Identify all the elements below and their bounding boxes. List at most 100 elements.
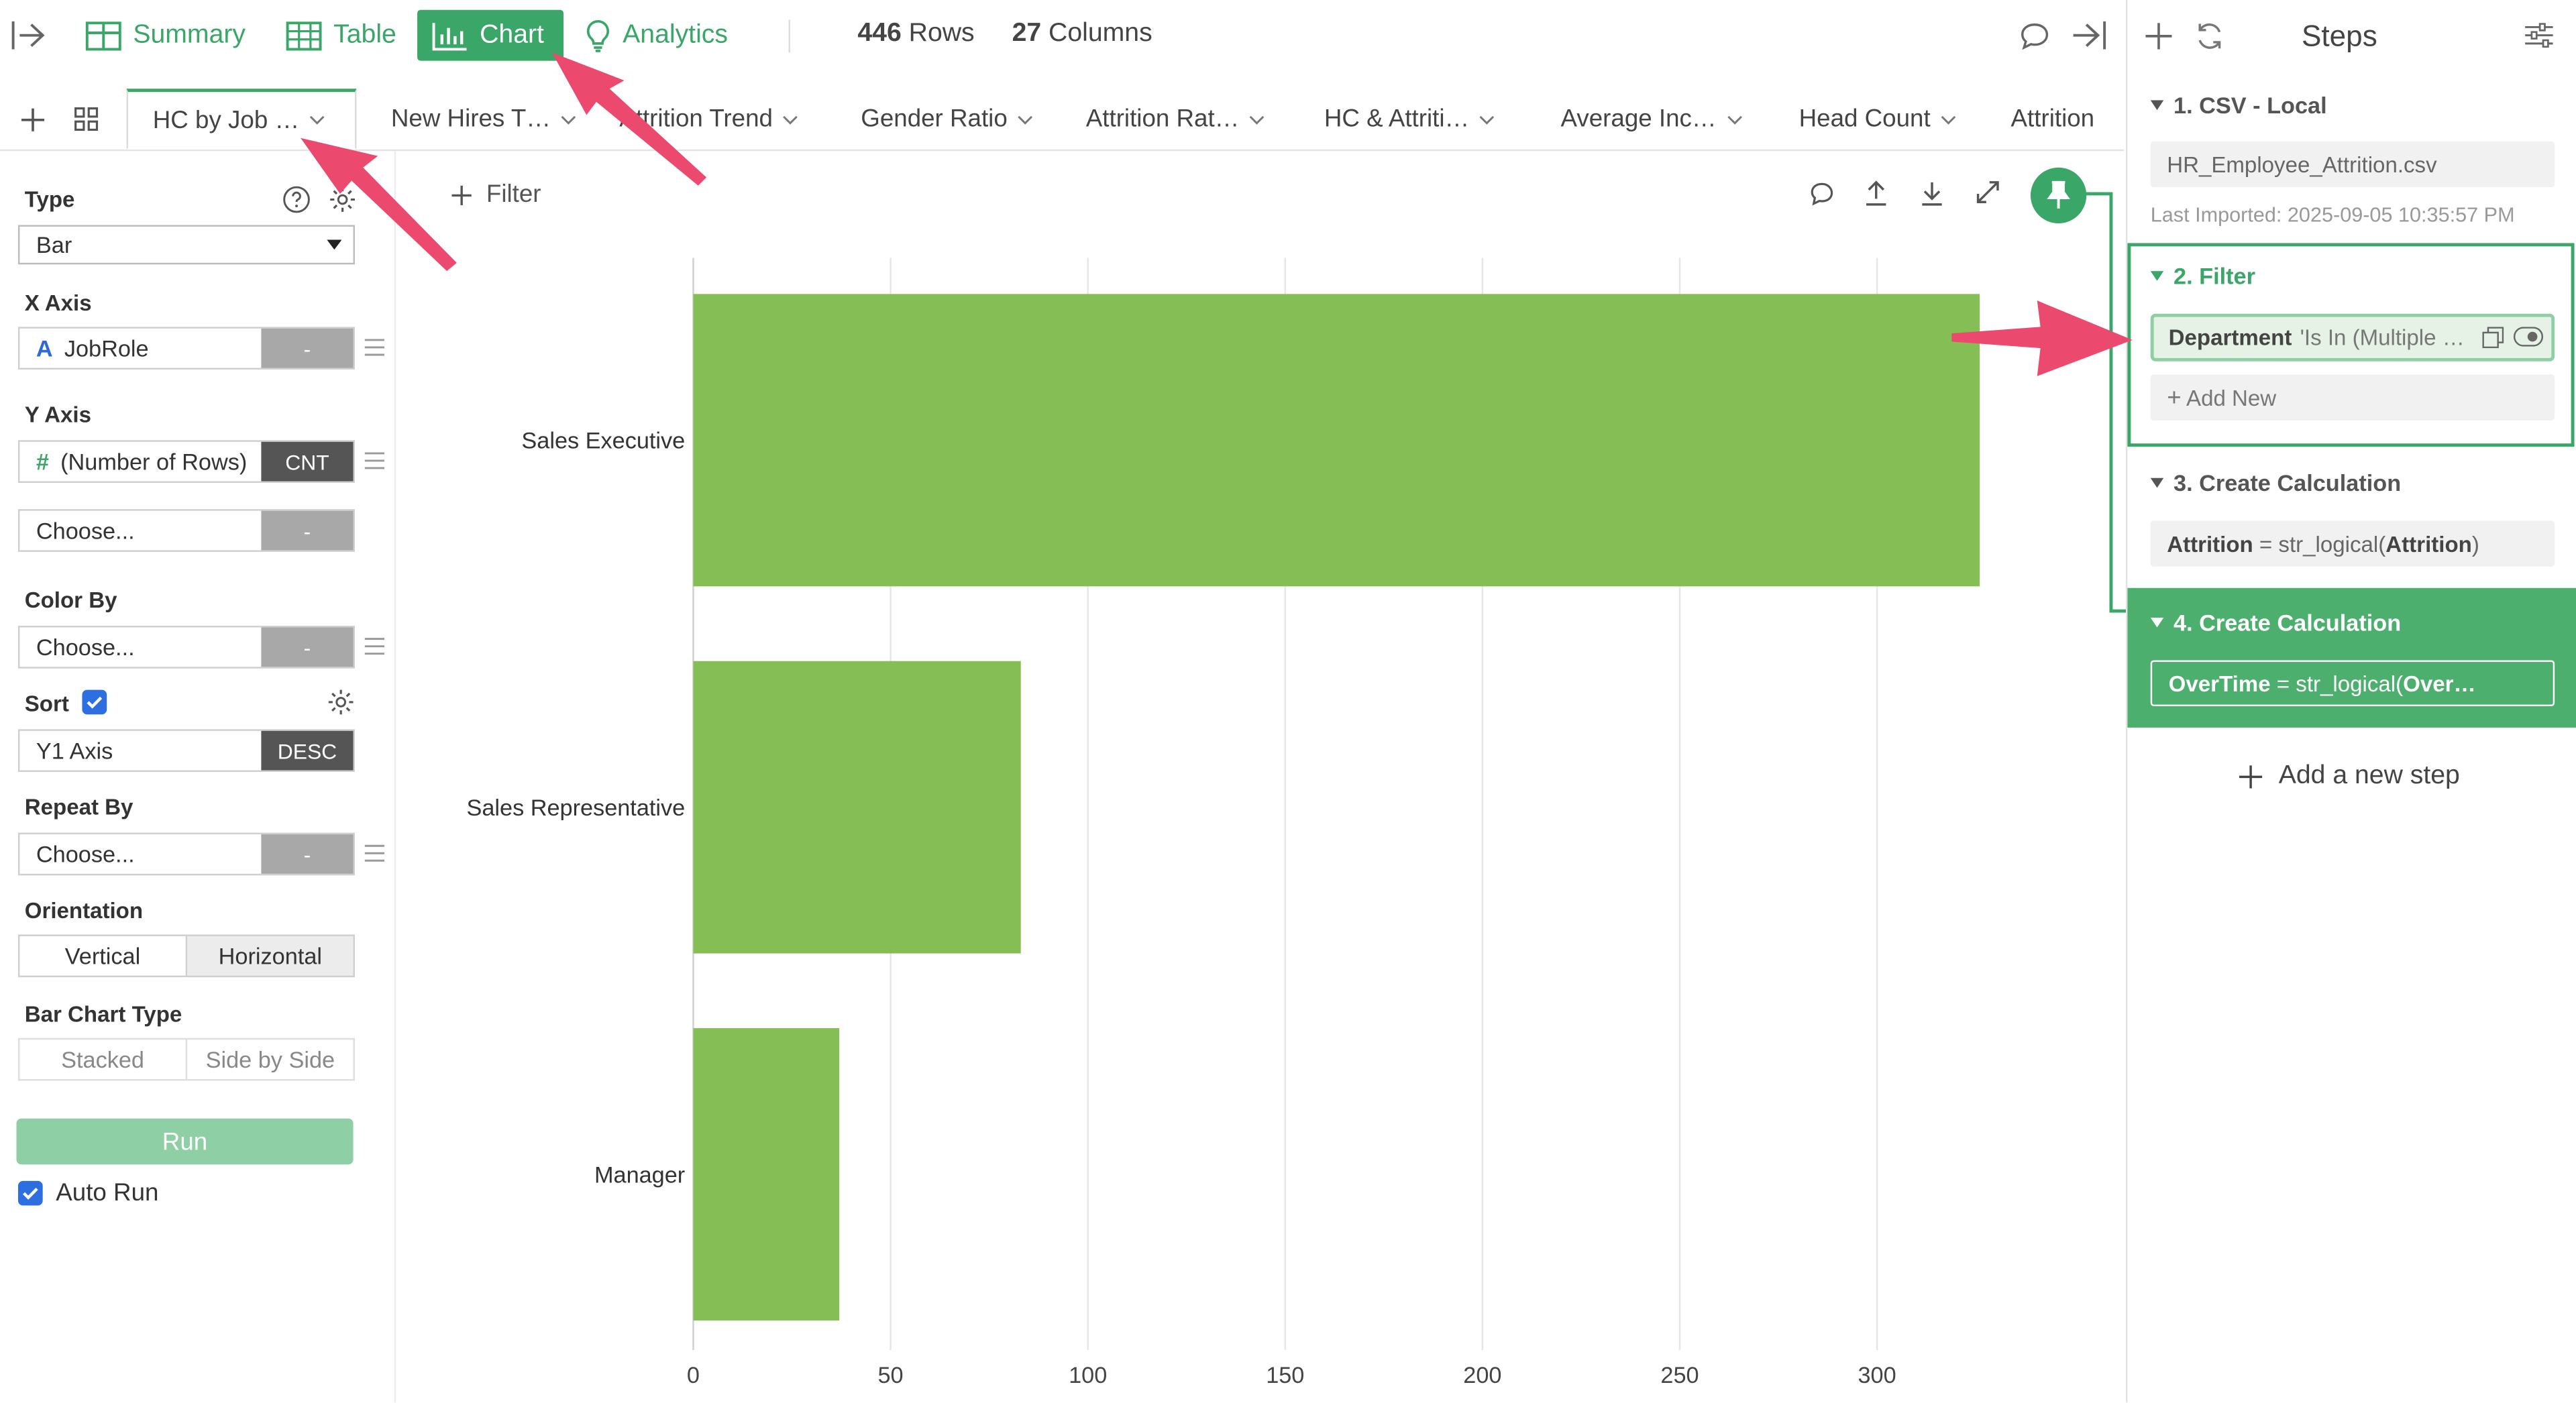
comment-icon[interactable] bbox=[2019, 21, 2051, 51]
add-chart-icon[interactable] bbox=[21, 108, 45, 131]
string-type-icon: A bbox=[36, 335, 53, 361]
nav-chart[interactable]: Chart bbox=[417, 9, 564, 61]
nav-table[interactable]: Table bbox=[271, 10, 411, 61]
tab-label: Average Inc… bbox=[1560, 105, 1717, 133]
tab-hc-by-job[interactable]: HC by Job … bbox=[126, 89, 357, 150]
check-icon bbox=[22, 1188, 38, 1200]
calc-expr-post: ) bbox=[2471, 531, 2479, 556]
gear-icon[interactable] bbox=[329, 186, 357, 214]
menu-icon[interactable] bbox=[364, 338, 385, 356]
sort-settings-icon[interactable] bbox=[327, 688, 355, 716]
chart-grid-icon[interactable] bbox=[74, 107, 99, 131]
collapse-right-icon[interactable] bbox=[2072, 19, 2106, 51]
add-step-label: Add a new step bbox=[2278, 762, 2460, 790]
repeat-by-aggregation[interactable]: - bbox=[261, 834, 354, 874]
tab-label: HC & Attriti… bbox=[1324, 105, 1470, 133]
menu-icon[interactable] bbox=[364, 637, 385, 655]
chevron-down-icon bbox=[1250, 115, 1265, 124]
chevron-down-icon bbox=[1727, 115, 1742, 124]
tab-attrition[interactable]: Attrition bbox=[2011, 89, 2095, 150]
y-axis-aggregation[interactable]: CNT bbox=[261, 441, 354, 482]
run-button[interactable]: Run bbox=[16, 1118, 354, 1165]
x-axis-aggregation[interactable]: - bbox=[261, 328, 354, 368]
tab-label: Head Count bbox=[1799, 105, 1931, 133]
collapse-left-icon[interactable] bbox=[11, 19, 46, 51]
steps-settings-icon[interactable] bbox=[2525, 23, 2553, 48]
bar-chart-icon bbox=[432, 22, 467, 50]
eye-toggle-icon[interactable] bbox=[2513, 327, 2544, 347]
y2-axis-field[interactable]: Choose... - bbox=[17, 509, 355, 552]
category-label: Sales Executive bbox=[521, 429, 685, 454]
color-by-aggregation[interactable]: - bbox=[261, 627, 354, 667]
nav-analytics-label: Analytics bbox=[623, 20, 728, 49]
tab-gender-ratio[interactable]: Gender Ratio bbox=[861, 89, 1034, 150]
step-2-title[interactable]: 2. Filter bbox=[2174, 263, 2255, 289]
tab-average-income[interactable]: Average Inc… bbox=[1561, 89, 1743, 150]
orientation-horizontal[interactable]: Horizontal bbox=[187, 934, 355, 978]
tab-head-count[interactable]: Head Count bbox=[1799, 89, 1957, 150]
x-tick-label: 250 bbox=[1660, 1363, 1699, 1388]
caret-down-icon[interactable] bbox=[2150, 617, 2164, 628]
tab-hc-attrition[interactable]: HC & Attriti… bbox=[1324, 89, 1496, 150]
sort-checkbox[interactable] bbox=[82, 689, 107, 715]
rows-count: 446 Rows bbox=[857, 19, 975, 48]
tab-attrition-trend[interactable]: Attrition Trend bbox=[619, 89, 799, 150]
x-tick-label: 300 bbox=[1858, 1363, 1896, 1388]
nav-summary[interactable]: Summary bbox=[70, 10, 260, 61]
caret-down-icon[interactable] bbox=[2150, 100, 2164, 111]
caret-down-icon[interactable] bbox=[2150, 478, 2164, 488]
type-select[interactable]: Bar bbox=[17, 225, 355, 265]
tab-label: New Hires T… bbox=[390, 105, 551, 133]
nav-chart-label: Chart bbox=[480, 20, 544, 49]
chevron-down-icon bbox=[310, 115, 325, 125]
csv-file-box[interactable]: HR_Employee_Attrition.csv bbox=[2150, 141, 2555, 188]
nav-summary-label: Summary bbox=[133, 20, 246, 49]
bar-chart: 0 50 100 150 200 250 300 Sales Executive Sales R… bbox=[467, 258, 1980, 1388]
type-select-value: Bar bbox=[36, 231, 72, 258]
table-icon bbox=[286, 21, 322, 50]
auto-run-checkbox[interactable] bbox=[17, 1180, 43, 1206]
tab-new-hires[interactable]: New Hires T… bbox=[391, 89, 577, 150]
x-axis-field[interactable]: A JobRole - bbox=[17, 327, 355, 370]
calc-expr-pre: = str_logical( bbox=[2253, 531, 2386, 556]
tab-label: Attrition Rat… bbox=[1085, 105, 1240, 133]
repeat-by-value: Choose... bbox=[36, 840, 135, 868]
caret-down-icon[interactable] bbox=[2150, 271, 2164, 281]
refresh-icon[interactable] bbox=[2195, 21, 2224, 51]
tab-attrition-rate[interactable]: Attrition Rat… bbox=[1086, 89, 1266, 150]
nav-analytics[interactable]: Analytics bbox=[570, 10, 743, 61]
tab-label: Gender Ratio bbox=[861, 105, 1008, 133]
number-type-icon: # bbox=[36, 448, 49, 475]
bar-type-side-by-side[interactable]: Side by Side bbox=[187, 1037, 355, 1081]
add-new-filter-button[interactable]: + Add New bbox=[2150, 374, 2555, 420]
add-step-icon[interactable] bbox=[2145, 23, 2172, 50]
sort-direction[interactable]: DESC bbox=[261, 730, 354, 771]
help-icon[interactable] bbox=[282, 186, 311, 214]
step-4-title[interactable]: 4. Create Calculation bbox=[2174, 610, 2401, 636]
y2-axis-aggregation[interactable]: - bbox=[261, 510, 354, 551]
menu-icon[interactable] bbox=[364, 844, 385, 862]
y-axis-field[interactable]: # (Number of Rows) CNT bbox=[17, 440, 355, 484]
sort-field[interactable]: Y1 Axis DESC bbox=[17, 729, 355, 773]
step-1-title[interactable]: 1. CSV - Local bbox=[2174, 92, 2327, 118]
orientation-vertical[interactable]: Vertical bbox=[17, 934, 188, 978]
tab-label: HC by Job … bbox=[152, 105, 300, 134]
add-new-step-button[interactable]: Add a new step bbox=[2239, 762, 2460, 791]
bar bbox=[693, 661, 1021, 954]
calc-overtime-box[interactable]: OverTime = str_logical( Over… bbox=[2150, 660, 2555, 707]
bar-type-stacked[interactable]: Stacked bbox=[17, 1037, 188, 1081]
steps-panel: Steps 1. CSV - Local HR_Employee_Attriti… bbox=[2125, 0, 2576, 1403]
menu-icon[interactable] bbox=[364, 451, 385, 469]
top-toolbar: Summary Table Chart Analytics 446 Rows 2… bbox=[0, 0, 2125, 74]
filter-condition-box[interactable]: Department 'Is In (Multiple … bbox=[2150, 313, 2555, 361]
color-by-field[interactable]: Choose... - bbox=[17, 626, 355, 669]
copy-icon[interactable] bbox=[2482, 327, 2504, 349]
columns-count: 27 Columns bbox=[1012, 19, 1152, 48]
repeat-by-field[interactable]: Choose... - bbox=[17, 832, 355, 876]
color-by-value: Choose... bbox=[36, 634, 135, 661]
filter-condition: 'Is In (Multiple … bbox=[2300, 325, 2465, 350]
step-3-title[interactable]: 3. Create Calculation bbox=[2174, 469, 2401, 496]
x-tick-label: 50 bbox=[878, 1363, 904, 1388]
calc-attrition-box[interactable]: Attrition = str_logical( Attrition ) bbox=[2150, 520, 2555, 567]
chevron-down-icon bbox=[1941, 115, 1956, 124]
